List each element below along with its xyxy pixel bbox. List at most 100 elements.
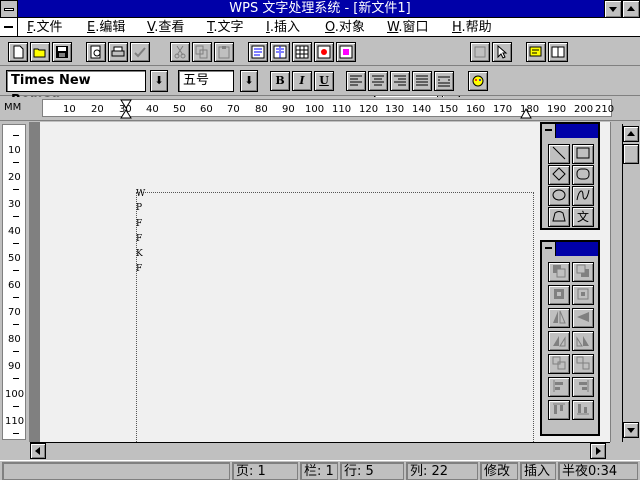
print-preview-button[interactable]	[86, 42, 106, 62]
menu-view[interactable]: V.查看	[147, 19, 184, 36]
group-button[interactable]	[548, 354, 570, 374]
title-bar[interactable]: WPS 文字处理系统 - [新文件1]	[0, 0, 640, 18]
draw-ellipse-button[interactable]	[548, 186, 570, 206]
align-left-button[interactable]	[346, 71, 366, 91]
status-insert[interactable]: 插入	[520, 462, 556, 480]
document-text-line[interactable]: F	[136, 235, 142, 244]
document-text-line[interactable]: W	[136, 190, 145, 199]
send-to-back-button[interactable]	[572, 285, 594, 305]
bold-button[interactable]: B	[270, 71, 290, 91]
document-area[interactable]: W P F F K F	[30, 122, 610, 452]
draw-freeform-button[interactable]	[548, 207, 570, 227]
document-text-line[interactable]: F	[136, 265, 142, 274]
rotate-left-button[interactable]	[548, 331, 570, 351]
group-icon	[552, 356, 566, 370]
document-page[interactable]: W P F F K F	[40, 122, 610, 452]
document-text-line[interactable]: K	[136, 250, 143, 259]
vruler-mark	[13, 351, 19, 352]
align-objects-top-button[interactable]	[548, 400, 570, 420]
bring-to-front-button[interactable]	[548, 285, 570, 305]
align-objects-bottom-button[interactable]	[572, 400, 594, 420]
send-backward-button[interactable]	[572, 262, 594, 282]
text-frame[interactable]	[136, 192, 534, 452]
vruler-mark	[13, 189, 19, 190]
status-mode[interactable]: 修改	[480, 462, 518, 480]
draw-rectangle-button[interactable]	[572, 144, 594, 164]
ungroup-button[interactable]	[572, 354, 594, 374]
spellcheck-button[interactable]	[130, 42, 150, 62]
columns-button[interactable]	[270, 42, 290, 62]
draw-line-button[interactable]	[548, 144, 570, 164]
menu-insert[interactable]: I.插入	[266, 19, 300, 36]
menu-window[interactable]: W.窗口	[387, 19, 429, 36]
print-button[interactable]	[108, 42, 128, 62]
palette-system-button[interactable]	[542, 242, 556, 256]
rotate-right-button[interactable]	[572, 331, 594, 351]
draw-diamond-button[interactable]	[548, 165, 570, 185]
document-system-menu[interactable]	[0, 18, 18, 36]
align-center-button[interactable]	[368, 71, 388, 91]
scroll-gutter	[610, 122, 622, 442]
menu-edit[interactable]: E.编辑	[87, 19, 125, 36]
save-button[interactable]	[52, 42, 72, 62]
align-objects-right-button[interactable]	[572, 377, 594, 397]
draw-text-button[interactable]: 文	[572, 207, 594, 227]
object-palette[interactable]	[540, 240, 600, 436]
palette-system-button[interactable]	[542, 124, 556, 138]
paste-button[interactable]	[214, 42, 234, 62]
italic-button[interactable]: I	[292, 71, 312, 91]
text-box-button[interactable]	[248, 42, 268, 62]
flip-horizontal-button[interactable]	[548, 308, 570, 328]
vruler-mark	[13, 433, 19, 434]
scroll-left-button[interactable]	[30, 443, 46, 459]
align-objects-left-button[interactable]	[548, 377, 570, 397]
object-palette-titlebar[interactable]	[542, 242, 598, 256]
cut-button[interactable]	[170, 42, 190, 62]
open-button[interactable]	[30, 42, 50, 62]
drawing-palette-titlebar[interactable]	[542, 124, 598, 138]
draw-rounded-rect-button[interactable]	[572, 165, 594, 185]
align-right-button[interactable]	[390, 71, 410, 91]
scroll-down-button[interactable]	[623, 422, 639, 438]
left-indent-marker-icon[interactable]	[120, 99, 132, 119]
object-button[interactable]	[336, 42, 356, 62]
book-button[interactable]	[548, 42, 568, 62]
menu-text[interactable]: T.文字	[207, 19, 244, 36]
flip-vertical-button[interactable]	[572, 308, 594, 328]
copy-button[interactable]	[192, 42, 212, 62]
new-file-icon	[13, 45, 24, 59]
horizontal-ruler[interactable]: MM 10 20 30 40 50 60 70 80 90 100 110 12…	[0, 97, 640, 121]
minimize-button[interactable]	[604, 0, 622, 18]
scroll-up-button[interactable]	[623, 126, 639, 142]
horizontal-scrollbar[interactable]	[30, 442, 610, 460]
document-text-line[interactable]: F	[136, 220, 142, 229]
distribute-button[interactable]	[434, 71, 454, 91]
bring-forward-button[interactable]	[548, 262, 570, 282]
underline-button[interactable]: U	[314, 71, 334, 91]
font-name-dropdown-button[interactable]: ⬇	[150, 70, 168, 92]
drawing-palette[interactable]: 文	[540, 122, 600, 230]
font-name-select[interactable]: Times New Roman	[6, 70, 146, 108]
table-button[interactable]	[292, 42, 312, 62]
new-button[interactable]	[8, 42, 28, 62]
menu-help[interactable]: H.帮助	[452, 19, 492, 36]
document-text-line[interactable]: P	[136, 204, 142, 213]
menu-object[interactable]: O.对象	[325, 19, 365, 36]
picture-button[interactable]	[314, 42, 334, 62]
frame-button[interactable]	[470, 42, 490, 62]
font-size-dropdown-button[interactable]: ⬇	[240, 70, 258, 92]
draw-curve-button[interactable]	[572, 186, 594, 206]
vertical-scroll-thumb[interactable]	[623, 144, 639, 164]
help-button[interactable]	[526, 42, 546, 62]
maximize-button[interactable]	[622, 0, 640, 18]
paint-format-button[interactable]	[468, 71, 488, 91]
vertical-ruler[interactable]: 10 20 30 40 50 60 70 80 90 100 110	[0, 122, 30, 442]
select-pointer-button[interactable]	[492, 42, 512, 62]
scroll-right-button[interactable]	[590, 443, 606, 459]
vertical-scrollbar[interactable]	[622, 124, 640, 442]
arrow-up-icon	[627, 131, 635, 136]
font-size-select[interactable]: 五号	[178, 70, 234, 92]
menu-file[interactable]: F.文件	[27, 19, 63, 36]
right-indent-marker-icon[interactable]	[520, 107, 532, 119]
justify-button[interactable]	[412, 71, 432, 91]
